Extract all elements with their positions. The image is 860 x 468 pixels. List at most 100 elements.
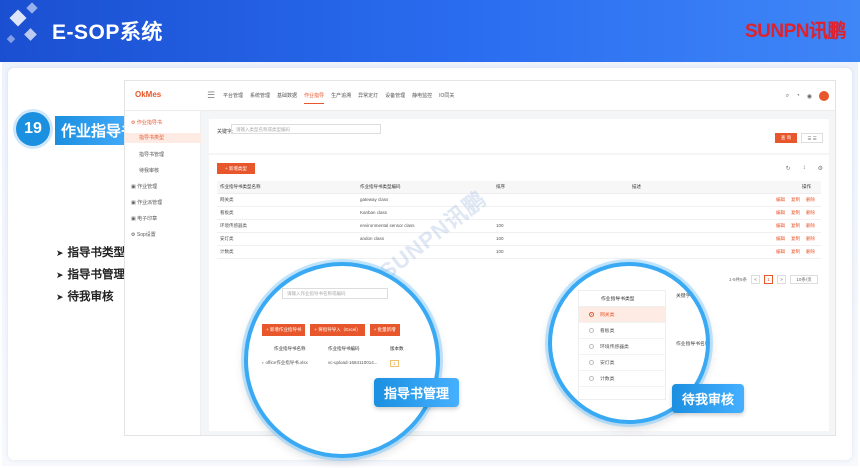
review-type-item[interactable]: 看板类 xyxy=(579,323,665,339)
radio-icon xyxy=(589,328,594,333)
nav-item[interactable]: 系统管理 xyxy=(250,92,270,104)
manage-table-header: 作业指导书名称 作业指导书编码 版本数 xyxy=(262,346,412,352)
nav-item[interactable]: 异常定灯 xyxy=(358,92,378,104)
manage-row-code: vc-upload-1684110014... xyxy=(328,360,378,365)
cell-desc xyxy=(629,245,739,259)
sidebar-item-review[interactable]: 待我审核 xyxy=(139,167,159,174)
cell-desc xyxy=(629,206,739,220)
nav-item[interactable]: 平台管理 xyxy=(223,92,243,104)
app-topbar: OkMes ☰ 平台管理 系统管理 基础数据 作业指导 生产追溯 异常定灯 设备… xyxy=(125,81,835,111)
avatar[interactable] xyxy=(819,91,829,101)
sidebar-group-work[interactable]: ▣ 作业管理 xyxy=(131,183,157,190)
pager-next-button[interactable]: > xyxy=(777,275,787,284)
delete-link[interactable]: 删除 xyxy=(806,236,815,241)
refresh-icon[interactable]: ↻ xyxy=(786,165,791,172)
pager-prev-button[interactable]: < xyxy=(751,275,761,284)
menu-toggle-icon[interactable]: ☰ xyxy=(207,90,215,101)
label-manage: 指导书管理 xyxy=(374,378,460,407)
copy-link[interactable]: 复制 xyxy=(791,236,800,241)
manage-row-version[interactable]: 1 xyxy=(390,360,399,367)
add-type-button[interactable]: + 新增类型 xyxy=(217,163,255,174)
cell-ops: 编辑 复制 删除 xyxy=(739,245,821,259)
cell-name: 网关类 xyxy=(217,193,357,207)
app-screenshot: OkMes ☰ 平台管理 系统管理 基础数据 作业指导 生产追溯 异常定灯 设备… xyxy=(124,80,836,436)
cell-name: 安灯类 xyxy=(217,232,357,246)
column-height-icon[interactable]: ↕ xyxy=(803,165,806,172)
sidebar-group-dispatch[interactable]: ▣ 作业派管理 xyxy=(131,199,162,206)
nav-item[interactable]: 生产追溯 xyxy=(331,92,351,104)
col-header: 排序 xyxy=(493,181,629,194)
user-icon[interactable]: ◉ xyxy=(807,93,812,100)
review-type-list: 作业指导书类型 网关类 看板类 环境传感器类 安灯类 计数类 xyxy=(578,290,666,400)
table-row: 看板类 Kanban class 编辑 复制 删除 xyxy=(217,206,821,220)
view-toggle-button[interactable]: ☰ ☰ xyxy=(801,133,823,143)
edit-link[interactable]: 编辑 xyxy=(776,249,785,254)
review-type-item[interactable]: 环境传感器类 xyxy=(579,339,665,355)
col-header: 操作 xyxy=(739,181,821,194)
delete-link[interactable]: 删除 xyxy=(806,197,815,202)
bullet-item: ➤ 指导书类型 xyxy=(56,247,126,259)
batch-add-button[interactable]: + 批量新增 xyxy=(369,324,400,336)
edit-link[interactable]: 编辑 xyxy=(776,197,785,202)
pagination: 1-5共5条 < 1 > 10条/页 xyxy=(729,275,819,284)
cell-name: 计数类 xyxy=(217,245,357,259)
feature-bullet-list: ➤ 指导书类型 ➤ 指导书管理 ➤ 待我审核 xyxy=(56,244,125,310)
review-type-item[interactable]: 网关类 xyxy=(579,307,665,323)
arrow-icon: ➤ xyxy=(56,248,64,258)
table-row: 安灯类 andon class 100 编辑 复制 删除 xyxy=(217,232,821,246)
keyword-input[interactable]: 请输入类型名称或类型编码 xyxy=(231,124,381,134)
nav-item-active[interactable]: 作业指导 xyxy=(304,92,325,104)
add-instruction-button[interactable]: + 新增作业指导书 xyxy=(262,324,306,336)
import-excel-button[interactable]: + 将指导导入（Excel） xyxy=(310,324,365,336)
pager-total: 1-5共5条 xyxy=(729,276,748,282)
delete-link[interactable]: 删除 xyxy=(806,210,815,215)
nav-item[interactable]: 设备管理 xyxy=(385,92,405,104)
delete-link[interactable]: 删除 xyxy=(806,249,815,254)
edit-link[interactable]: 编辑 xyxy=(776,210,785,215)
copy-link[interactable]: 复制 xyxy=(791,223,800,228)
slide-title: E-SOP系统 xyxy=(52,21,163,44)
nav-item[interactable]: 基础数据 xyxy=(277,92,297,104)
radio-icon xyxy=(589,376,594,381)
table-header-row: 作业指导书类型名称 作业指导书类型编码 排序 描述 操作 xyxy=(217,181,821,194)
review-type-item[interactable]: 安灯类 xyxy=(579,355,665,371)
decor-square xyxy=(6,34,16,44)
sidebar-group-instructions[interactable]: ⚙ 作业指导书 xyxy=(131,119,162,126)
magnifier-manage: 请输入作业指导书名称或编码 + 新增作业指导书 + 将指导导入（Excel） +… xyxy=(244,262,440,458)
edit-link[interactable]: 编辑 xyxy=(776,236,785,241)
radio-icon xyxy=(589,344,594,349)
review-col-header: 作业指导书名称 xyxy=(676,342,710,347)
col-header: 描述 xyxy=(629,181,739,194)
pager-size-select[interactable]: 10条/页 xyxy=(790,275,819,284)
edit-link[interactable]: 编辑 xyxy=(776,223,785,228)
cell-desc xyxy=(629,219,739,233)
sidebar-group-sop-settings[interactable]: ⚙ Sop设置 xyxy=(131,231,156,238)
sidebar-item-type[interactable]: 指导书类型 xyxy=(125,133,201,143)
cell-ops: 编辑 复制 删除 xyxy=(739,232,821,246)
copy-link[interactable]: 复制 xyxy=(791,210,800,215)
feature-number-badge: 19 xyxy=(16,112,50,146)
manage-search-input[interactable]: 请输入作业指导书名称或编码 xyxy=(282,288,388,299)
settings-icon[interactable]: ⚙ xyxy=(818,165,823,172)
copy-link[interactable]: 复制 xyxy=(791,249,800,254)
review-type-item[interactable]: 计数类 xyxy=(579,371,665,387)
cell-ops: 编辑 复制 删除 xyxy=(739,206,821,220)
nav-item[interactable]: IO同关 xyxy=(439,92,454,104)
table-row: 环境传感器类 environmental sensor class 100 编辑… xyxy=(217,219,821,233)
search-icon[interactable]: ⌕ xyxy=(786,93,789,100)
nav-item[interactable]: 静电监控 xyxy=(412,92,432,104)
sidebar-group-seal[interactable]: ▣ 电子印章 xyxy=(131,215,157,222)
sidebar-item-manage[interactable]: 指导书管理 xyxy=(139,151,164,158)
col-header: 作业指导书类型名称 xyxy=(217,181,357,194)
bell-icon[interactable]: ◔ xyxy=(796,93,800,99)
pager-page-1[interactable]: 1 xyxy=(764,275,774,284)
query-button[interactable]: 查 询 xyxy=(775,133,797,143)
manage-button-group: + 新增作业指导书 + 将指导导入（Excel） + 批量新增 xyxy=(262,324,400,336)
delete-link[interactable]: 删除 xyxy=(806,223,815,228)
cell-ops: 编辑 复制 删除 xyxy=(739,219,821,233)
cell-name: 环境传感器类 xyxy=(217,219,357,233)
copy-link[interactable]: 复制 xyxy=(791,197,800,202)
top-banner: E-SOP系统 SUNPN讯鹏 xyxy=(0,0,860,62)
table-row: ▸ office作业指导书.xlsx vc-upload-1684110014.… xyxy=(262,360,412,367)
table-row: 网关类 gateway class 编辑 复制 删除 xyxy=(217,193,821,207)
